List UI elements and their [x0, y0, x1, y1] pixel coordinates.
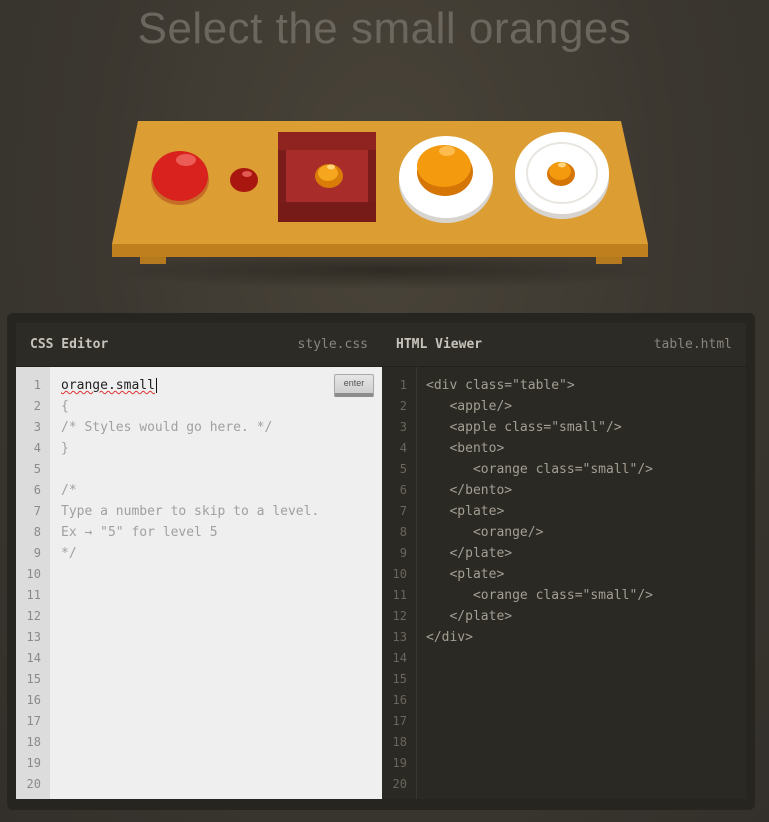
css-code-line: Ex → "5" for level 5 — [61, 525, 218, 540]
css-code-line: } — [61, 441, 69, 456]
css-code-line: Type a number to skip to a level. — [61, 504, 320, 519]
html-line-number: 7 — [399, 504, 407, 518]
css-line-number: 15 — [26, 672, 41, 686]
css-line-number: 17 — [26, 714, 41, 728]
css-editor-header: CSS Editor style.css — [16, 323, 382, 367]
html-line-number: 14 — [392, 651, 407, 665]
css-line-number: 11 — [26, 588, 41, 602]
html-code-area: 1 2 3 4 5 6 7 8 9 10 11 12 13 14 15 16 17 18 19 20 <div cla… — [382, 367, 746, 799]
css-line-number: 10 — [26, 567, 41, 581]
css-code-area[interactable]: 1 2 3 4 5 6 7 8 9 10 11 12 13 14 15 16 17 18 19 20 orange.s… — [16, 367, 382, 799]
css-editor-filename: style.css — [297, 337, 368, 352]
css-line-number: 7 — [33, 504, 41, 518]
html-line-number: 10 — [392, 567, 407, 581]
html-code-line[interactable]: </plate> — [426, 606, 746, 627]
html-code-line[interactable]: <orange/> — [426, 522, 746, 543]
css-line-number: 5 — [33, 462, 41, 476]
css-line-number: 4 — [33, 441, 41, 455]
html-line-number: 13 — [392, 630, 407, 644]
css-editor-title: CSS Editor — [30, 337, 109, 352]
html-line-number: 4 — [399, 441, 407, 455]
html-line-number: 9 — [399, 546, 407, 560]
html-line-numbers: 1 2 3 4 5 6 7 8 9 10 11 12 13 14 15 16 17 18 19 20 — [382, 367, 417, 799]
html-line-number: 1 — [399, 378, 407, 392]
html-viewer-title: HTML Viewer — [396, 337, 483, 352]
html-line-number: 3 — [399, 420, 407, 434]
html-line-number: 12 — [392, 609, 407, 623]
html-code-line[interactable]: <orange class="small"/> — [426, 459, 746, 480]
html-code-line[interactable]: <orange class="small"/> — [426, 585, 746, 606]
html-code-line[interactable]: <plate> — [426, 564, 746, 585]
css-line-number: 13 — [26, 630, 41, 644]
html-line-number: 11 — [392, 588, 407, 602]
css-line-number: 20 — [26, 777, 41, 791]
table-scene — [0, 0, 769, 310]
table-edge — [112, 244, 648, 257]
css-line-number: 18 — [26, 735, 41, 749]
css-line-number: 14 — [26, 651, 41, 665]
css-line-number: 6 — [33, 483, 41, 497]
html-code-lines: <div class="table"> <apple/> <apple clas… — [426, 375, 746, 648]
css-code-lines: orange.small {/* Styles would go here. *… — [61, 375, 382, 564]
html-line-number: 20 — [392, 777, 407, 791]
html-code-line[interactable]: </plate> — [426, 543, 746, 564]
html-viewer-pane: HTML Viewer table.html 1 2 3 4 5 6 7 8 9 10 11 12 13… — [382, 323, 746, 799]
html-code-line[interactable]: <plate> — [426, 501, 746, 522]
html-line-number: 5 — [399, 462, 407, 476]
css-code-line: /* — [61, 483, 77, 498]
html-code-line[interactable]: <bento> — [426, 438, 746, 459]
css-line-number: 8 — [33, 525, 41, 539]
css-line-number: 3 — [33, 420, 41, 434]
plate-2 — [515, 132, 609, 219]
apple — [151, 151, 209, 205]
html-line-number: 17 — [392, 714, 407, 728]
html-code-line[interactable]: <div class="table"> — [426, 375, 746, 396]
css-line-number: 12 — [26, 609, 41, 623]
table-illustration — [112, 121, 648, 264]
css-line-number: 9 — [33, 546, 41, 560]
bento — [278, 132, 376, 222]
apple-small — [230, 168, 258, 192]
html-viewer-filename: table.html — [653, 337, 732, 352]
css-line-number: 1 — [33, 378, 41, 392]
html-line-number: 8 — [399, 525, 407, 539]
html-line-number: 2 — [399, 399, 407, 413]
css-line-number: 16 — [26, 693, 41, 707]
css-line-numbers: 1 2 3 4 5 6 7 8 9 10 11 12 13 14 15 16 17 18 19 20 — [16, 367, 50, 799]
css-code-line: { — [61, 399, 69, 414]
css-code-line: /* Styles would go here. */ — [61, 420, 273, 435]
html-line-number: 18 — [392, 735, 407, 749]
html-viewer-header: HTML Viewer table.html — [382, 323, 746, 367]
plate-1 — [399, 136, 493, 223]
html-code-line[interactable]: <apple class="small"/> — [426, 417, 746, 438]
css-editor-pane: CSS Editor style.css 1 2 3 4 5 6 7 8 9 10 11 12 13 14… — [16, 323, 382, 799]
html-line-number: 6 — [399, 483, 407, 497]
html-line-number: 19 — [392, 756, 407, 770]
css-line-number: 2 — [33, 399, 41, 413]
editor-frame: CSS Editor style.css 1 2 3 4 5 6 7 8 9 10 11 12 13 14… — [7, 313, 755, 810]
html-code-line[interactable]: <apple/> — [426, 396, 746, 417]
css-code-line: */ — [61, 546, 77, 561]
html-line-number: 15 — [392, 672, 407, 686]
text-caret — [155, 378, 157, 393]
html-line-number: 16 — [392, 693, 407, 707]
html-code-line[interactable]: </bento> — [426, 480, 746, 501]
css-line-number: 19 — [26, 756, 41, 770]
enter-button[interactable]: enter — [334, 374, 374, 397]
css-code-line — [61, 459, 382, 480]
html-code-line[interactable]: </div> — [426, 627, 746, 648]
